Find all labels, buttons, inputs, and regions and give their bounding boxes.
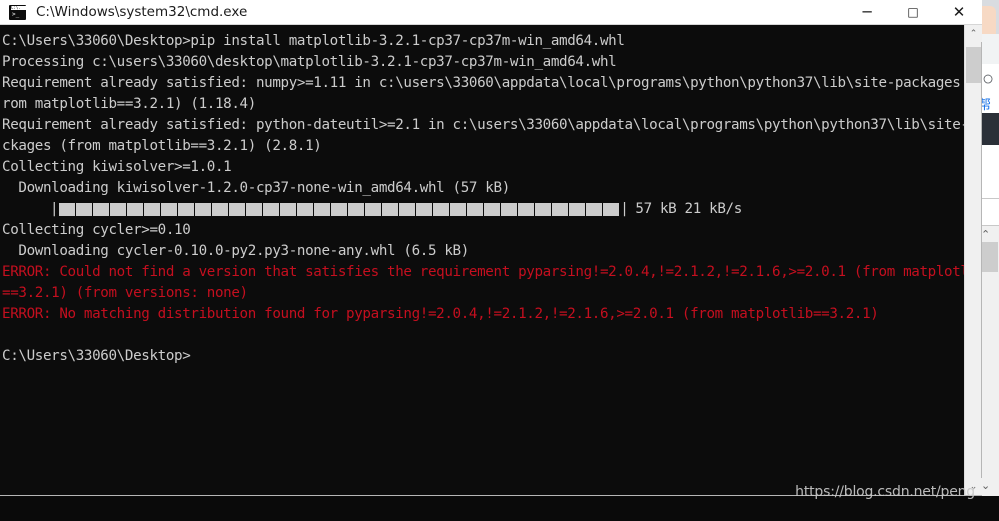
progress-bar-fill [59, 203, 620, 216]
progress-bar-block [144, 203, 161, 216]
console-line: Downloading cycler-0.10.0-py2.py3-none-a… [2, 243, 469, 259]
chevron-down-icon[interactable]: ⌄ [981, 479, 990, 492]
maximize-button[interactable]: □ [890, 0, 936, 24]
progress-bar-block [450, 203, 467, 216]
progress-bar-block [399, 203, 416, 216]
progress-bar-block [416, 203, 433, 216]
progress-bar-block [433, 203, 450, 216]
progress-bar-block [331, 203, 348, 216]
console-line: Collecting cycler>=0.10 [2, 222, 191, 238]
cmd-icon-prompt: >_ [12, 10, 20, 18]
console-line: C:\Users\33060\Desktop> [2, 348, 191, 364]
progress-bar-block [195, 203, 212, 216]
cmd-window: C:\. >_ C:\Windows\system32\cmd.exe ─ □ … [0, 0, 982, 496]
progress-bar-block [501, 203, 518, 216]
console-line: Requirement already satisfied: numpy>=1.… [2, 75, 964, 91]
progress-bar-block [569, 203, 586, 216]
close-button[interactable]: ✕ [936, 0, 982, 24]
console-line: Collecting kiwisolver>=1.0.1 [2, 159, 232, 175]
console-line: Downloading kiwisolver-1.2.0-cp37-none-w… [2, 180, 510, 196]
progress-bar-block [93, 203, 110, 216]
window-controls: ─ □ ✕ [844, 0, 982, 24]
console-line: rom matplotlib==3.2.1) (1.18.4) [2, 96, 256, 112]
screen-root: ○ 帮 ✕ ⌃ ⌄ ♁ ⌃ C:\. >_ C:\Windows\system3… [0, 0, 999, 521]
console-error-line: ==3.2.1) (from versions: none) [2, 285, 248, 301]
console-line: Processing c:\users\33060\desktop\matplo… [2, 54, 617, 70]
progress-bar-block [263, 203, 280, 216]
cmd-icon-label: C:\. [11, 5, 21, 10]
titlebar[interactable]: C:\. >_ C:\Windows\system32\cmd.exe ─ □ … [0, 0, 982, 25]
watermark: https://blog.csdn.net/peng [795, 484, 975, 500]
progress-bar-block [552, 203, 569, 216]
progress-bar-block [110, 203, 127, 216]
progress-bar-block [348, 203, 365, 216]
minimize-button[interactable]: ─ [844, 0, 890, 24]
console-scrollbar-thumb[interactable] [966, 47, 981, 83]
progress-bar-block [127, 203, 144, 216]
progress-bar-block [229, 203, 246, 216]
progress-bar-block [518, 203, 535, 216]
search-icon[interactable]: ○ [982, 68, 999, 90]
progress-bar-block [382, 203, 399, 216]
console-scrollbar[interactable]: ⌃ ⌄ [964, 25, 982, 495]
download-progress-bar: | | 57 kB 21 kB/s [2, 199, 964, 220]
progress-bar-block [178, 203, 195, 216]
progress-bar-block [586, 203, 603, 216]
window-title: C:\Windows\system32\cmd.exe [36, 4, 248, 20]
progress-bar-block [535, 203, 552, 216]
console-error-line: ERROR: Could not find a version that sat… [2, 264, 964, 280]
cmd-icon: C:\. >_ [9, 4, 26, 20]
progress-bar-block [212, 203, 229, 216]
progress-stats: 57 kB 21 kB/s [635, 201, 742, 217]
progress-bar-block [76, 203, 93, 216]
console-output[interactable]: C:\Users\33060\Desktop>pip install matpl… [0, 25, 964, 495]
console-error-line: ERROR: No matching distribution found fo… [2, 306, 879, 322]
progress-bar-block [59, 203, 76, 216]
progress-bar-right-edge: | [620, 201, 629, 217]
progress-bar-block [314, 203, 331, 216]
scroll-up-icon[interactable]: ⌃ [965, 25, 982, 42]
progress-bar-block [467, 203, 484, 216]
console-line: ckages (from matplotlib==3.2.1) (2.8.1) [2, 138, 322, 154]
console-line: Requirement already satisfied: python-da… [2, 117, 964, 133]
progress-bar-block [161, 203, 178, 216]
progress-bar-block [246, 203, 263, 216]
progress-bar-left-edge: | [50, 201, 59, 217]
progress-bar-track: | | [50, 199, 629, 220]
progress-bar-block [297, 203, 314, 216]
progress-bar-block [484, 203, 501, 216]
chevron-up-icon[interactable]: ⌃ [981, 228, 990, 241]
progress-bar-block [603, 203, 620, 216]
progress-bar-block [280, 203, 297, 216]
console-line: C:\Users\33060\Desktop>pip install matpl… [2, 33, 625, 49]
progress-bar-block [365, 203, 382, 216]
